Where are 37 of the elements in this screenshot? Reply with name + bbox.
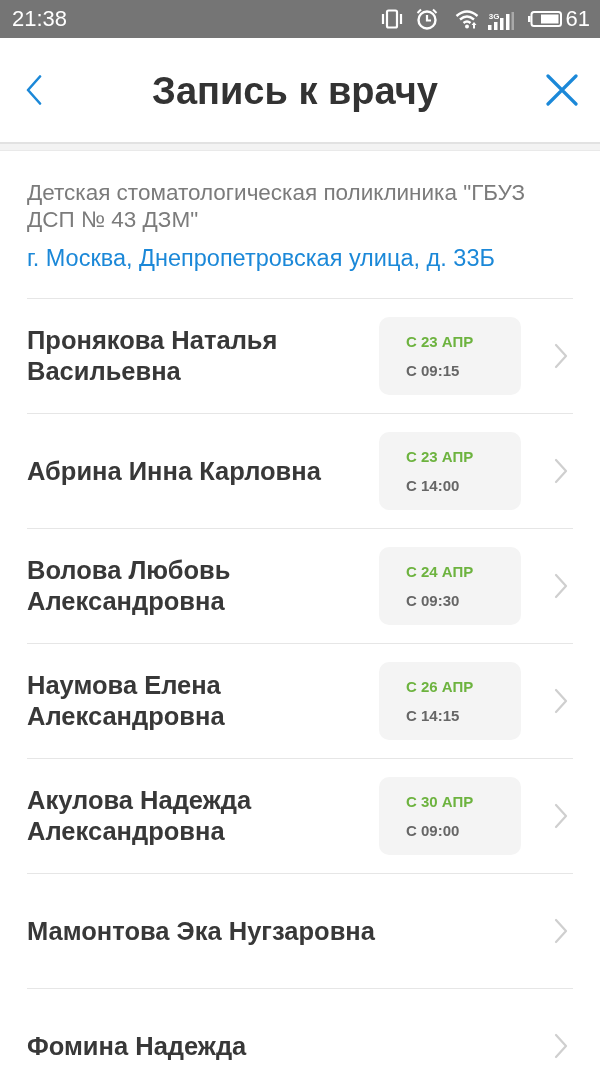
page-title: Запись к врачу [152,70,438,113]
doctor-name[interactable]: Абрина Инна Карловна [27,455,379,487]
chevron-left-icon [26,75,42,105]
wifi-icon [454,9,479,29]
slot-time: С 14:15 [406,706,460,726]
slot-date: С 26 АПР [406,677,474,697]
chevron-right-icon [554,688,568,714]
slot-date: С 23 АПР [406,447,474,467]
chevron-right-icon [554,1033,568,1059]
status-time: 21:38 [12,6,68,32]
doctor-name[interactable]: Наумова Елена Александровна [27,670,379,732]
close-icon [546,74,578,106]
slot-time: С 14:00 [406,476,460,496]
doctor-name[interactable]: Мамонтова Эка Нугзаровна [27,915,554,947]
doctor-name[interactable]: Пронякова Наталья Васильевна [27,325,379,387]
slot-time: С 09:15 [406,361,460,381]
chevron-right-icon [554,918,568,944]
slot-date: С 24 АПР [406,562,474,582]
doctor-name[interactable]: Фомина Надежда [27,1030,554,1062]
clinic-name: Детская стоматологическая поликлиника "ГБУЗ ДСП № 43 ДЗМ" [27,179,526,233]
chevron-right-icon [554,343,568,369]
alarm-clock-icon [415,8,438,30]
battery-percentage: 61 [565,6,590,32]
doctor-name[interactable]: Волова Любовь Александровна [27,555,379,617]
slot-time: С 09:00 [406,821,460,841]
network-type-label: 3G [488,13,500,21]
slot-date: С 23 АПР [406,332,474,352]
chevron-right-icon [554,803,568,829]
clinic-address-link[interactable]: г. Москва, Днепропетровская улица, д. 33Б [27,244,573,272]
chevron-right-icon [554,458,568,484]
battery-icon [527,11,562,27]
vibrate-icon [380,9,403,29]
doctor-name[interactable]: Акулова Надежда Александровна [27,785,379,847]
chevron-right-icon [554,573,568,599]
signal-icon [487,12,514,30]
slot-time: С 09:30 [406,591,460,611]
slot-date: С 30 АПР [406,792,474,812]
